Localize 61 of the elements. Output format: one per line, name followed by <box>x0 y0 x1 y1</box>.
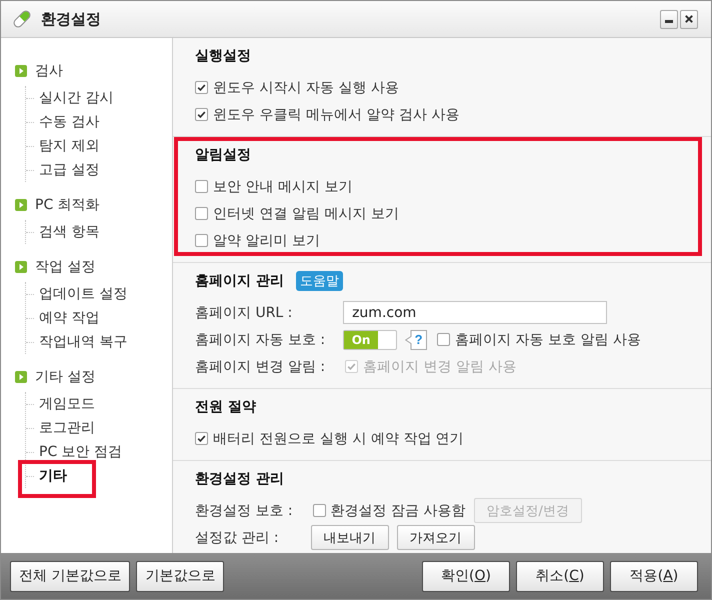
text-field[interactable]: zum.com <box>343 301 608 324</box>
field-label: 홈페이지 변경 알림 : <box>195 358 326 376</box>
sidebar-item[interactable]: 수동 검사 <box>26 110 172 134</box>
sidebar-group[interactable]: 기타 설정 <box>1 365 172 389</box>
sidebar-item[interactable]: 로그관리 <box>26 416 172 440</box>
checkbox-label: 인터넷 연결 알림 메시지 보기 <box>213 204 399 222</box>
checkbox[interactable] <box>195 81 208 94</box>
close-icon <box>685 15 693 23</box>
checkbox-label: 윈도우 우클릭 메뉴에서 알약 검사 사용 <box>213 106 460 124</box>
dialog-button[interactable]: 취소(C) <box>516 560 604 592</box>
field-label: 홈페이지 URL : <box>195 304 294 322</box>
checkbox-label: 윈도우 시작시 자동 실행 사용 <box>213 78 399 96</box>
dialog-button[interactable]: 확인(O) <box>422 560 510 592</box>
checkbox[interactable] <box>195 207 208 220</box>
section-title: 홈페이지 관리 <box>195 272 284 290</box>
sidebar-item[interactable]: 고급 설정 <box>26 158 172 182</box>
action-button[interactable]: 내보내기 <box>310 525 389 550</box>
checkbox-label: 보안 안내 메시지 보기 <box>213 178 352 196</box>
checkbox[interactable] <box>195 180 208 193</box>
checkbox-label: 홈페이지 변경 알림 사용 <box>363 358 516 376</box>
sidebar-group[interactable]: PC 최적화 <box>1 193 172 217</box>
sidebar-item[interactable]: PC 보안 점검 <box>26 440 172 464</box>
checkbox-label: 알약 알리미 보기 <box>213 232 320 250</box>
close-button[interactable] <box>680 10 698 28</box>
checkbox[interactable] <box>195 432 208 445</box>
action-button[interactable]: 가져오기 <box>396 525 475 550</box>
section-title: 실행설정 <box>195 47 251 65</box>
field-label: 홈페이지 자동 보호 : <box>195 330 326 350</box>
sidebar-item[interactable]: 실시간 감시 <box>26 86 172 110</box>
help-button[interactable]: ? <box>405 330 428 350</box>
checkbox-label: 환경설정 잠금 사용함 <box>330 502 466 520</box>
checkbox[interactable] <box>195 234 208 247</box>
arrow-square-icon <box>15 261 27 273</box>
sidebar-group[interactable]: 검사 <box>1 59 172 83</box>
dialog-button[interactable]: 전체 기본값으로 <box>10 560 130 592</box>
sidebar-group[interactable]: 작업 설정 <box>1 255 172 279</box>
section-title: 전원 절약 <box>195 398 256 416</box>
dialog-button[interactable]: 기본값으로 <box>136 560 224 592</box>
field-label: 환경설정 보호 : <box>195 502 293 520</box>
sidebar-item[interactable]: 검색 항목 <box>26 220 172 244</box>
checkbox[interactable] <box>437 333 450 346</box>
sidebar-item[interactable]: 예약 작업 <box>26 306 172 330</box>
sidebar-item[interactable]: 게임모드 <box>26 392 172 416</box>
checkbox-label: 홈페이지 자동 보호 알림 사용 <box>455 330 641 348</box>
sidebar-item[interactable]: 탐지 제외 <box>26 134 172 158</box>
sidebar-item[interactable]: 작업내역 복구 <box>26 330 172 354</box>
section-title: 환경설정 관리 <box>195 470 284 488</box>
minimize-icon <box>665 20 673 23</box>
sidebar-item[interactable]: 기타 <box>26 464 172 488</box>
field-label: 설정값 관리 : <box>195 528 280 548</box>
dialog-button[interactable]: 적용(A) <box>610 560 698 592</box>
checkbox[interactable] <box>312 504 326 517</box>
arrow-square-icon <box>15 199 27 211</box>
window-title: 환경설정 <box>41 10 102 28</box>
sidebar-item[interactable]: 업데이트 설정 <box>26 282 172 306</box>
arrow-square-icon <box>15 371 27 383</box>
minimize-button[interactable] <box>660 10 678 28</box>
section-title: 알림설정 <box>195 146 251 164</box>
checkbox[interactable] <box>195 108 208 121</box>
arrow-square-icon <box>15 65 27 77</box>
checkbox-label: 배터리 전원으로 실행 시 예약 작업 연기 <box>213 430 464 448</box>
